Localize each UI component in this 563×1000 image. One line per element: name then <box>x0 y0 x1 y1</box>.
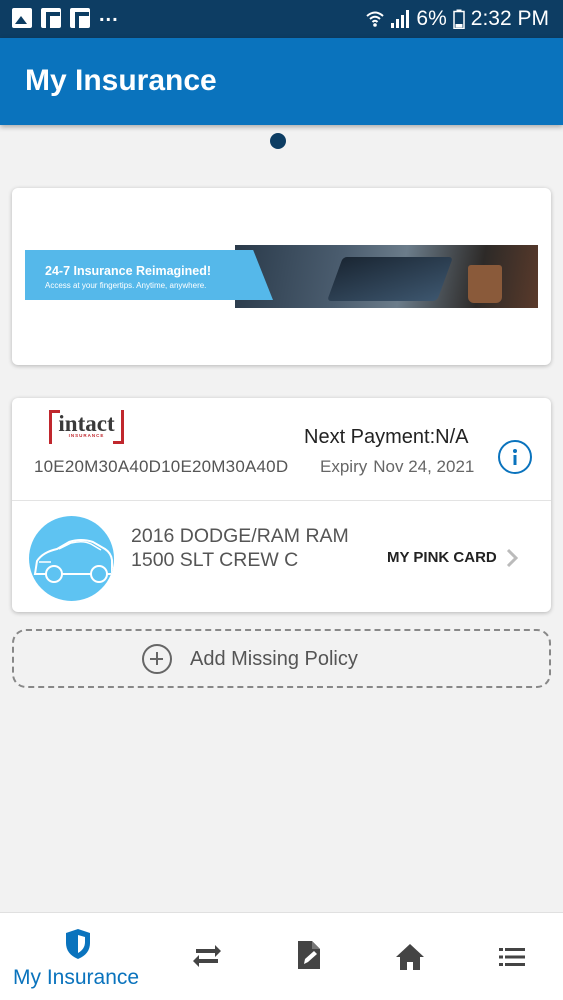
info-icon <box>513 449 517 465</box>
battery-percent: 6% <box>416 7 447 30</box>
promo-banner-card[interactable]: 24-7 Insurance Reimagined! Access at you… <box>12 188 551 365</box>
more-notifications-indicator: ... <box>99 3 119 26</box>
add-missing-policy-button[interactable]: Add Missing Policy <box>12 629 551 688</box>
add-missing-policy-label: Add Missing Policy <box>190 648 358 670</box>
vehicle-avatar <box>29 516 114 601</box>
card-divider <box>12 500 551 501</box>
coffee-cup-image <box>468 265 502 303</box>
flipboard-notification-icon <box>41 8 61 28</box>
expiry-label: Expiry <box>320 457 368 476</box>
bottom-navigation: My Insurance <box>0 912 563 1000</box>
gallery-notification-icon <box>12 8 32 28</box>
page-title: My Insurance <box>25 64 217 97</box>
next-payment: Next Payment:N/A <box>304 426 469 448</box>
repeat-icon <box>193 945 221 967</box>
promo-image <box>235 245 538 308</box>
status-bar: ... 6% 2:32 PM <box>0 0 563 38</box>
policy-card[interactable]: intact INSURANCE 10E20M30A40D10E20M30A40… <box>12 398 551 612</box>
my-pink-card-link[interactable]: MY PINK CARD <box>387 549 497 566</box>
insurer-logo: intact INSURANCE <box>49 410 124 444</box>
add-circle-icon <box>142 644 172 674</box>
document-edit-icon <box>298 941 320 969</box>
clock: 2:32 PM <box>470 7 549 30</box>
nav-my-insurance[interactable]: My Insurance <box>0 913 156 1000</box>
flipboard-notification-icon <box>70 8 90 28</box>
nav-transactions[interactable] <box>156 913 260 1000</box>
vehicle-name-line2: 1500 SLT CREW C <box>131 549 299 571</box>
policy-expiry: Expiry Nov 24, 2021 <box>320 457 480 477</box>
promo-subline: Access at your fingertips. Anytime, anyw… <box>45 281 207 290</box>
nav-home[interactable] <box>360 913 460 1000</box>
system-status-icons: 6% 2:32 PM <box>366 7 549 31</box>
shield-icon <box>66 929 90 959</box>
carousel-page-indicator[interactable] <box>270 133 286 149</box>
promo-banner: 24-7 Insurance Reimagined! Access at you… <box>25 245 538 308</box>
nav-my-insurance-label: My Insurance <box>13 966 140 989</box>
wifi-icon <box>366 11 385 27</box>
chevron-right-icon[interactable] <box>504 546 520 570</box>
vehicle-name[interactable]: 2016 DODGE/RAM RAM 1500 SLT CREW C <box>131 524 349 572</box>
notification-icons: ... <box>12 4 119 28</box>
policy-number: 10E20M30A40D10E20M30A40D <box>34 457 289 476</box>
signal-icon <box>391 10 410 28</box>
battery-icon <box>453 9 465 29</box>
promo-label: 24-7 Insurance Reimagined! Access at you… <box>25 250 273 300</box>
vehicle-name-line1: 2016 DODGE/RAM RAM <box>131 525 349 547</box>
info-button[interactable] <box>498 440 532 474</box>
tablet-image <box>326 257 454 301</box>
expiry-date: Nov 24, 2021 <box>373 457 475 476</box>
list-icon <box>499 948 525 966</box>
home-icon <box>396 944 424 970</box>
insurer-logo-subtitle: INSURANCE <box>68 433 105 438</box>
nav-documents[interactable] <box>260 913 360 1000</box>
car-icon <box>33 539 113 583</box>
nav-menu[interactable] <box>460 913 563 1000</box>
app-bar: My Insurance <box>0 38 563 125</box>
promo-headline: 24-7 Insurance Reimagined! <box>45 264 212 278</box>
